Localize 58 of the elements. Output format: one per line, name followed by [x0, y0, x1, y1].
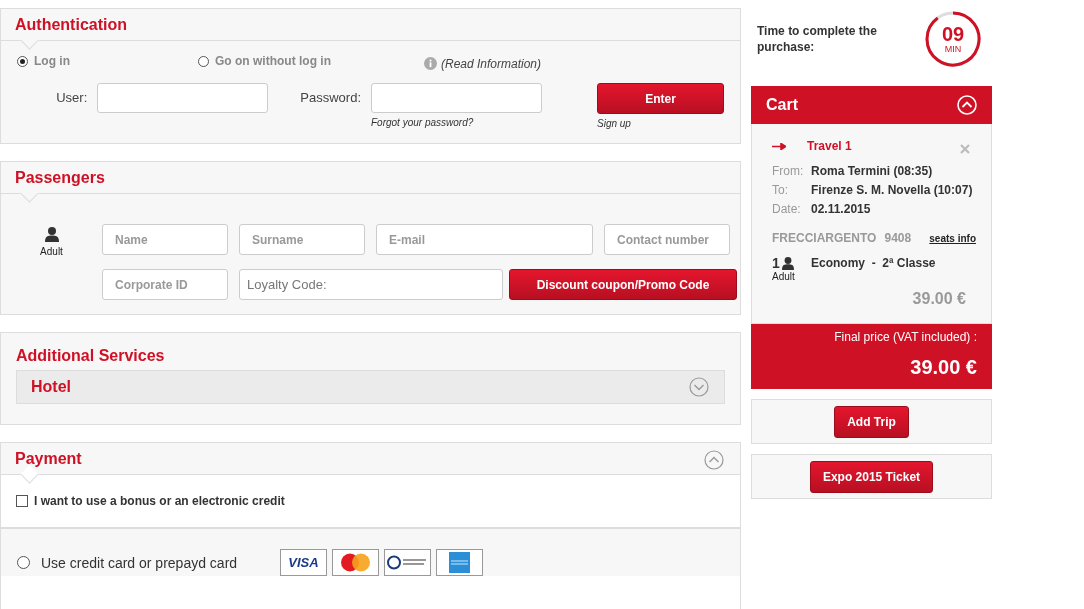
fare-class: Economy - 2ª Classe [811, 256, 936, 272]
password-label: Password: [300, 90, 361, 105]
section-title: Payment [15, 449, 82, 468]
enter-button[interactable]: Enter [597, 83, 724, 114]
section-title: Authentication [15, 15, 127, 34]
person-icon [781, 256, 794, 270]
detail-value: Firenze S. M. Novella (10:07) [811, 182, 973, 199]
final-price-label: Final price (VAT included) : [834, 330, 977, 344]
user-label: User: [55, 90, 89, 105]
section-title: Passengers [15, 168, 105, 187]
accordion-title: Hotel [31, 378, 71, 396]
section-title: Additional Services [16, 347, 166, 365]
detail-label: To: [772, 182, 789, 199]
countdown-ring [925, 11, 981, 67]
detail-value: Roma Termini (08:35) [811, 163, 933, 180]
action-button[interactable]: Add Trip [834, 405, 909, 438]
detail-value: 02.11.2015 [811, 201, 871, 218]
radio-button[interactable] [17, 55, 28, 67]
train-name: FRECCIARGENTO [772, 231, 877, 245]
checkbox[interactable] [16, 495, 28, 507]
promo-code-button[interactable]: Discount coupon/Promo Code [509, 269, 737, 300]
final-price: 39.00 € [910, 356, 977, 379]
cart-title: Cart [766, 96, 798, 114]
passenger-count: 1 [772, 255, 780, 271]
info-icon [424, 56, 437, 70]
radio-button[interactable] [198, 55, 209, 67]
detail-label: Date: [772, 201, 802, 218]
detail-label: From: [772, 163, 805, 180]
forgot-password-link[interactable]: Forgot your password? [371, 117, 542, 128]
text-field[interactable]: Corporate ID [102, 269, 228, 300]
radio-label[interactable]: Use credit card or prepayd card [41, 554, 238, 571]
text-field[interactable]: Name [102, 224, 228, 255]
action-button[interactable]: Expo 2015 Ticket [809, 460, 934, 493]
text-field[interactable]: Contact number [604, 224, 730, 255]
timer-unit: MIN [944, 44, 962, 54]
train-number: 9408 [884, 231, 913, 245]
radio-label[interactable]: Go on without log in [215, 54, 331, 68]
travel-price: 39.00 € [912, 290, 966, 308]
hotel-accordion[interactable]: Hotel [16, 370, 725, 404]
timer-label: Time to complete the purchase: [757, 23, 878, 55]
person-icon [44, 227, 59, 242]
read-information-link[interactable]: (Read Information) [441, 57, 542, 71]
radio-label[interactable]: Log in [34, 54, 70, 68]
loyalty-code-field[interactable]: Loyalty Code: [239, 269, 503, 300]
sign-up-link[interactable]: Sign up [597, 118, 724, 129]
text-field[interactable]: Surname [239, 224, 365, 255]
arrow-icon [772, 142, 786, 150]
travel-title: Travel 1 [807, 139, 853, 153]
radio-button[interactable] [17, 556, 30, 569]
password-field[interactable] [371, 83, 542, 113]
user-field[interactable] [97, 83, 269, 113]
visa-logo: VISA [280, 549, 327, 576]
passenger-type-label: Adult [40, 246, 63, 257]
checkbox-label[interactable]: I want to use a bonus or an electronic credit [34, 494, 285, 508]
timer-value: 09 [941, 24, 965, 44]
seats-info-link[interactable]: seats info [929, 232, 976, 244]
passenger-type-label: Adult [772, 271, 796, 282]
text-field[interactable]: E-mail [376, 224, 593, 255]
